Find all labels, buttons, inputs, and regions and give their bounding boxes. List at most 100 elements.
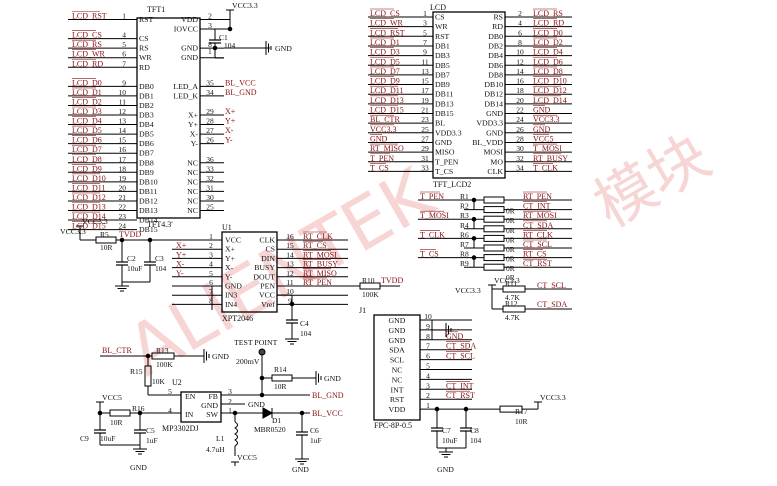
lcd-left-net: LCD_D7 [370,67,400,76]
u1-right-net: RT_CLK [303,232,333,241]
tft-left-num: 9 [122,78,126,87]
tft-left-num: 15 [119,136,127,145]
tft-left-net: LCD_RD [72,59,103,68]
tft-right-pin: NC [187,177,198,186]
junction-dot [471,216,477,222]
c5-val: 1uF [146,436,158,445]
r5-val: 10R [100,243,113,252]
u2-en: EN [185,392,196,401]
lcd-right-pin: GND [486,109,503,118]
tft-left-pin: DB7 [139,149,154,158]
lcd-left-pin: DB13 [435,99,454,108]
j1-num: 8 [426,332,430,341]
lcd-left-net: LCD_WR [370,19,404,28]
rnet-ref: R7 [460,240,469,249]
r14-ref: R14 [274,365,287,374]
r12-net: CT_SDA [537,300,567,309]
lcd-left-pin: DB1 [435,41,450,50]
lcd-right-net: LCD_D2 [533,38,563,47]
lcd-right-net: RT_BUSY [533,154,568,163]
lcd-left-net: T_CS [370,163,389,172]
tft-ref: TFT1 [147,5,165,14]
d1-val: MBR0520 [254,425,286,434]
j1-num: 7 [426,342,430,351]
junction-dot [212,45,218,51]
gnd-label: GND [212,352,229,361]
lcd-left-pin: DB5 [435,61,450,70]
tft-left-pin: DB11 [139,187,157,196]
tft-left-pin: DB0 [139,82,154,91]
u1-right-pin: PEN [260,282,275,291]
junction-dot [471,255,477,260]
tft-left-net: LCD_D6 [72,136,102,145]
test-point-label: TEST POINT [234,338,278,347]
rnet-left-net: T_CLK [420,230,445,239]
j1-num: 6 [426,352,430,361]
c4-val: 104 [300,329,312,338]
lcd-right-net: GND [533,125,551,134]
tft-right-net: X+ [225,107,236,116]
junction-dot [259,375,265,381]
tft-right-pin: NC [187,187,198,196]
lcd-right-num: 14 [516,67,524,76]
resistor-body [483,206,505,214]
rnet-ref: R9 [460,259,469,268]
lcd-right-pin: RD [492,22,503,31]
u2-gnd: GND [201,401,218,410]
u2-sw-num: 1 [228,406,232,415]
lcd-left-pin: MISO [435,148,455,157]
u1-left-num: 8 [209,296,213,305]
lcd-left-net: LCD_RST [370,28,405,37]
tft-right-num: 28 [206,117,214,126]
rnet-val: 0R [506,216,515,225]
lcd-left-net: LCD_D1 [370,38,400,47]
lcd-right-num: 12 [516,57,524,66]
resistor-body [483,244,505,252]
lcd-right-num: 8 [518,38,522,47]
tft-left-net: LCD_D8 [72,155,102,164]
lcd-right-num: 32 [516,154,524,163]
lcd-right-net: LCD_RS [533,9,563,18]
u1-right-pin: DIN [261,254,275,263]
tft-right-net: BL_GND [225,88,257,97]
rnet-right-net: CT_INT [523,202,551,211]
rnet-ref: R8 [460,250,469,259]
rnet-left-net: T_MOSI [420,211,449,220]
power-label: VCC3.3 [540,393,566,402]
j1-pin: GND [389,326,406,335]
j1-pin: NC [392,366,403,375]
tft-left-num: 14 [119,126,127,135]
lcd-right-pin: DB10 [484,80,503,89]
tft-left-num: 19 [119,174,127,183]
lcd-right-net: LCD_D10 [533,77,567,86]
resistor-body [483,263,505,271]
lcd-left-num: 15 [421,77,429,86]
lcd-right-num: 10 [516,48,524,57]
c2-val: 10uF [127,264,142,273]
u2-gnd-pin-label: GND [248,400,265,409]
lcd-right-pin: DB8 [488,70,503,79]
lcd-left-pin: DB9 [435,80,450,89]
tft-left-pin: CS [139,34,149,43]
lcd-right-pin: MOSI [484,148,504,157]
c8-val: 104 [470,436,482,445]
u1-right-pin: CS [265,245,275,254]
d1-ref: D1 [272,416,281,425]
tft-left-pin: WR [139,53,152,62]
u1-left-pin: GND [225,282,242,291]
lcd-right-pin: DB4 [488,51,503,60]
tft-left-num: 1 [122,12,126,21]
rnet-val: 0R [506,264,515,273]
j1-net: CT_SCL [446,352,475,361]
u1-left-num: 2 [209,241,213,250]
u2-in: IN [185,410,194,419]
lcd-left-net: LCD_CS [370,9,400,18]
u2-fb: FB [208,392,218,401]
u2-gnd-label: GND [130,463,147,472]
rnet-val: 0R [506,255,515,264]
r16-ref: R16 [132,404,145,413]
power-label: VCC5 [102,393,122,402]
lcd-left-num: 21 [421,106,429,115]
tft-left-num: 13 [119,117,127,126]
tft-left-num: 16 [119,145,127,154]
